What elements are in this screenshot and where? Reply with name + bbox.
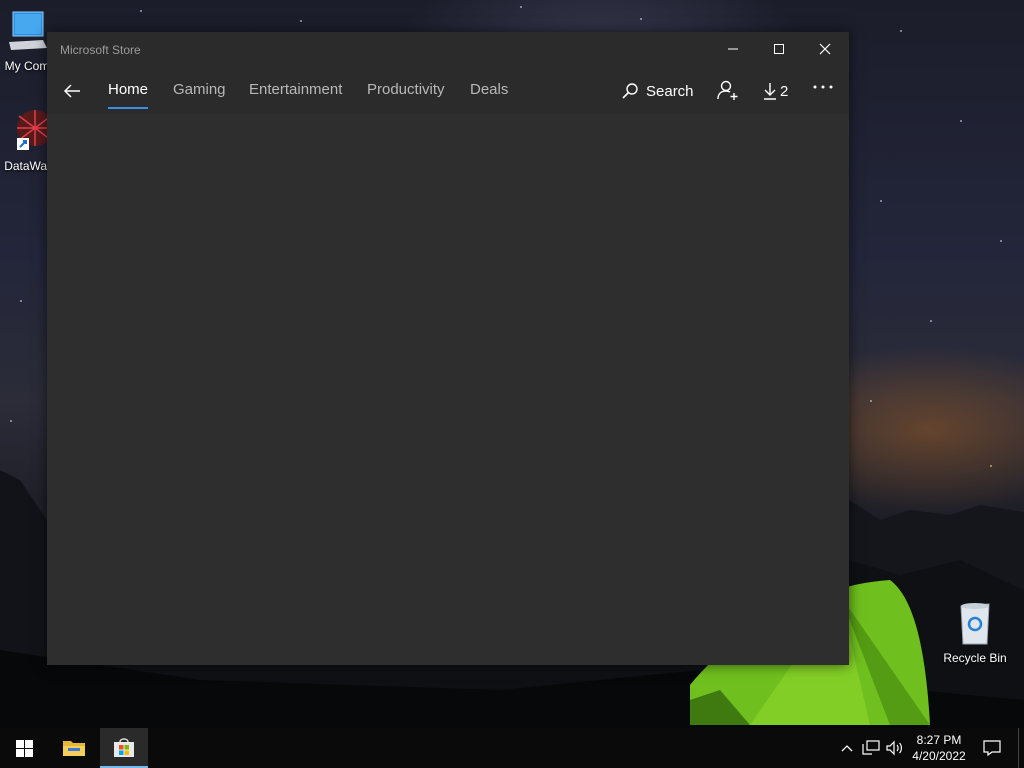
account-button[interactable] bbox=[715, 77, 741, 103]
clock-date: 4/20/2022 bbox=[912, 749, 966, 763]
speaker-icon bbox=[886, 740, 902, 756]
taskbar: 8:27 PM 4/20/2022 bbox=[0, 728, 1024, 768]
download-arrow-icon bbox=[764, 83, 776, 100]
more-dots-icon bbox=[813, 85, 833, 89]
network-icon bbox=[862, 740, 880, 755]
computer-icon bbox=[9, 11, 47, 50]
close-button[interactable] bbox=[802, 32, 848, 66]
store-bag-icon bbox=[114, 738, 134, 757]
more-options-button[interactable] bbox=[809, 74, 837, 100]
datawag-app-icon bbox=[17, 110, 53, 150]
back-arrow-icon bbox=[63, 84, 80, 98]
volume-tray-button[interactable] bbox=[884, 728, 906, 768]
microsoft-store-taskbar-button[interactable] bbox=[100, 728, 148, 768]
store-navigation-bar: Home Gaming Entertainment Productivity D… bbox=[47, 72, 849, 112]
windows-logo-icon bbox=[15, 739, 33, 757]
search-icon bbox=[622, 83, 638, 99]
minimize-button[interactable] bbox=[710, 32, 756, 66]
file-explorer-button[interactable] bbox=[50, 728, 98, 768]
tab-deals[interactable]: Deals bbox=[470, 81, 508, 98]
back-button[interactable] bbox=[59, 78, 85, 104]
network-tray-button[interactable] bbox=[860, 728, 882, 768]
desktop-icon-recycle-bin[interactable]: Recycle Bin bbox=[940, 600, 1010, 665]
search-button[interactable]: Search bbox=[621, 78, 694, 104]
action-center-button[interactable] bbox=[976, 728, 1008, 768]
taskbar-clock[interactable]: 8:27 PM 4/20/2022 bbox=[906, 732, 972, 764]
maximize-icon bbox=[774, 44, 784, 54]
window-titlebar[interactable]: Microsoft Store bbox=[47, 32, 849, 66]
maximize-button[interactable] bbox=[756, 32, 802, 66]
window-title: Microsoft Store bbox=[60, 43, 141, 57]
close-icon bbox=[819, 43, 831, 55]
store-content-area bbox=[47, 114, 849, 665]
folder-icon bbox=[63, 741, 85, 756]
tab-home[interactable]: Home bbox=[108, 81, 148, 98]
add-account-icon bbox=[717, 80, 738, 100]
downloads-count: 2 bbox=[780, 82, 789, 100]
tab-entertainment[interactable]: Entertainment bbox=[249, 81, 342, 98]
microsoft-store-window: Microsoft Store Home Gaming Entertainmen… bbox=[47, 32, 849, 665]
notification-icon bbox=[983, 740, 1001, 756]
show-hidden-icons-button[interactable] bbox=[838, 728, 856, 768]
clock-time: 8:27 PM bbox=[916, 733, 962, 747]
chevron-up-icon bbox=[841, 745, 853, 752]
downloads-button[interactable]: 2 bbox=[763, 78, 788, 104]
start-button[interactable] bbox=[0, 728, 48, 768]
active-tab-indicator bbox=[108, 107, 148, 109]
minimize-icon bbox=[728, 48, 738, 50]
tab-productivity[interactable]: Productivity bbox=[367, 81, 445, 98]
search-label: Search bbox=[646, 82, 694, 100]
show-desktop-button[interactable] bbox=[1018, 728, 1024, 768]
recycle-bin-icon bbox=[960, 603, 990, 645]
tab-gaming[interactable]: Gaming bbox=[173, 81, 226, 98]
desktop-icon-label: Recycle Bin bbox=[943, 651, 1007, 665]
